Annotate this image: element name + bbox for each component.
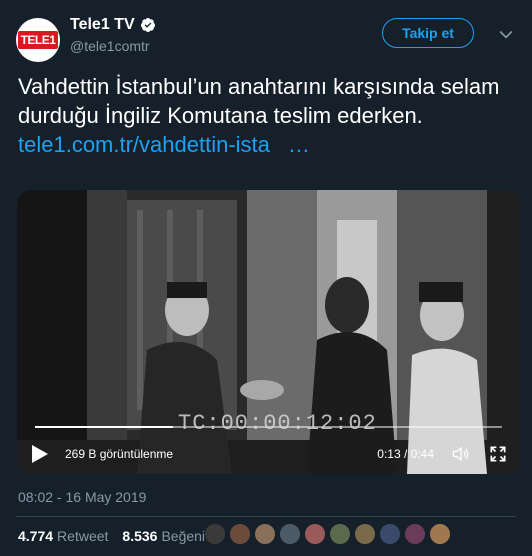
tweet-link-text[interactable]: tele1.com.tr/vahdettin-ista	[18, 132, 270, 157]
liker-avatar[interactable]	[429, 523, 451, 545]
chevron-down-icon[interactable]	[496, 24, 516, 44]
volume-icon[interactable]	[450, 444, 472, 464]
like-label[interactable]: Beğeni	[161, 528, 205, 544]
tweet-text: Vahdettin İstanbul’un anahtarını karşısı…	[18, 74, 500, 128]
tweet-header: TELE1 Tele1 TV @tele1comtr Takip et	[16, 14, 516, 62]
tweet-timestamp[interactable]: 08:02 - 16 May 2019	[18, 489, 146, 505]
liker-avatar[interactable]	[229, 523, 251, 545]
liker-avatar[interactable]	[404, 523, 426, 545]
video-timecode-overlay: TC:00:00:12:02	[178, 411, 377, 436]
like-stat[interactable]: 8.536 Beğeni	[122, 528, 205, 544]
divider	[16, 516, 516, 517]
account-names: Tele1 TV @tele1comtr	[70, 16, 156, 54]
account-handle[interactable]: @tele1comtr	[70, 38, 156, 54]
video-controls: 269 B görüntülenme 0:13 / 0:44	[17, 434, 520, 474]
display-name[interactable]: Tele1 TV	[70, 16, 135, 34]
liker-avatar[interactable]	[304, 523, 326, 545]
retweet-label[interactable]: Retweet	[57, 528, 108, 544]
retweet-count[interactable]: 4.774	[18, 528, 53, 544]
verified-badge-icon	[140, 18, 155, 32]
tweet-link-ellipsis[interactable]: …	[288, 132, 310, 157]
video-time: 0:13 / 0:44	[377, 447, 434, 461]
follow-button[interactable]: Takip et	[382, 18, 474, 48]
tweet-body: Vahdettin İstanbul’un anahtarını karşısı…	[18, 72, 518, 159]
liker-avatar[interactable]	[354, 523, 376, 545]
view-count: 269 B görüntülenme	[65, 447, 174, 461]
liker-avatar[interactable]	[329, 523, 351, 545]
liker-avatar[interactable]	[279, 523, 301, 545]
display-name-row[interactable]: Tele1 TV	[70, 16, 156, 34]
tele1-logo: TELE1	[17, 31, 59, 49]
tweet-stats: 4.774 Retweet 8.536 Beğeni	[18, 528, 205, 544]
liker-avatar[interactable]	[254, 523, 276, 545]
liker-avatar[interactable]	[204, 523, 226, 545]
tweet-link[interactable]: tele1.com.tr/vahdettin-ista …	[18, 130, 518, 159]
retweet-stat[interactable]: 4.774 Retweet	[18, 528, 108, 544]
play-icon[interactable]	[31, 444, 49, 464]
like-count[interactable]: 8.536	[122, 528, 157, 544]
video-progress-fill	[35, 426, 173, 428]
account-avatar[interactable]: TELE1	[16, 18, 60, 62]
liker-avatar[interactable]	[379, 523, 401, 545]
likers-avatars	[204, 523, 454, 545]
fullscreen-icon[interactable]	[488, 444, 508, 464]
